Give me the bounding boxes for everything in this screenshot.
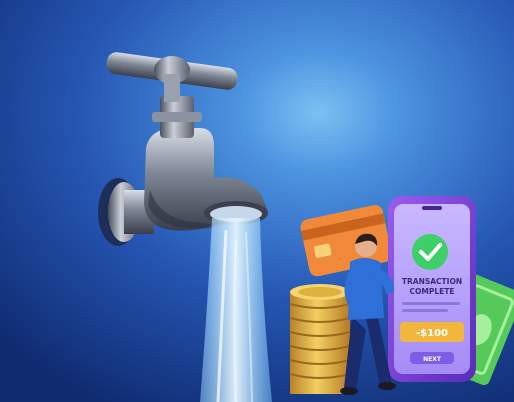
next-button-label: NEXT — [423, 356, 442, 363]
checkmark-icon — [412, 234, 448, 270]
transaction-status-line1: TRANSACTION — [402, 277, 462, 286]
illustration-scene: TRANSACTION COMPLETE -$100 NEXT — [0, 0, 514, 402]
scene-svg: TRANSACTION COMPLETE -$100 NEXT — [0, 0, 514, 402]
coin-stack-icon — [289, 284, 351, 394]
transaction-amount: -$100 — [416, 328, 448, 339]
transaction-status-line2: COMPLETE — [410, 287, 455, 296]
smartphone: TRANSACTION COMPLETE -$100 NEXT — [388, 196, 476, 382]
